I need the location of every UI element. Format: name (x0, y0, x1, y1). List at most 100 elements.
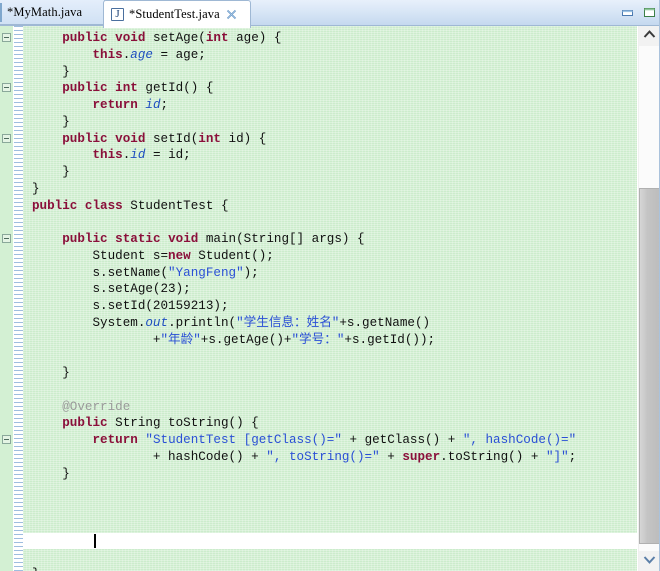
code-line: this.id = id; (23, 147, 637, 164)
scrollbar-track-lower[interactable] (639, 544, 660, 551)
vertical-scrollbar[interactable] (637, 26, 660, 571)
code-token: int (115, 81, 138, 96)
minimize-icon[interactable] (621, 7, 634, 18)
code-token: "YangFeng" (168, 265, 244, 280)
code-token: } (32, 567, 40, 571)
code-token: id (130, 148, 146, 163)
code-surface[interactable]: public void setAge(int age) { this.age =… (23, 26, 637, 571)
code-line: ​ (23, 499, 637, 516)
code-token: @Override (62, 399, 131, 414)
code-token: public (62, 81, 108, 96)
code-line: this.age = age; (23, 47, 637, 64)
code-line: public static void main(String[] args) { (23, 231, 637, 248)
code-token: "年龄" (160, 332, 201, 347)
tab-mymath-java[interactable]: *MyMath.java (0, 0, 105, 25)
code-line: ​ (23, 382, 637, 399)
code-line: } (23, 181, 637, 198)
code-token: } (62, 366, 70, 380)
maximize-icon[interactable] (643, 7, 656, 18)
code-token: setId( (145, 131, 199, 146)
text-caret (94, 533, 96, 548)
code-token: ); (243, 265, 259, 280)
code-token: } (62, 114, 70, 129)
code-line: public class StudentTest { (23, 198, 637, 215)
fold-collapse-icon[interactable] (2, 83, 11, 93)
code-token: out (145, 315, 169, 330)
code-line: ​ (23, 549, 637, 566)
code-line: ​ (23, 516, 637, 533)
code-token: id (145, 98, 161, 112)
code-token: } (32, 181, 40, 196)
code-token: id) { (220, 131, 267, 146)
java-file-icon (111, 7, 124, 21)
code-token: public (62, 31, 108, 45)
source-code-text[interactable]: public void setAge(int age) { this.age =… (23, 26, 637, 571)
code-token: class (84, 198, 123, 213)
code-line: } (23, 566, 637, 571)
code-line: } (23, 114, 637, 131)
code-line: @Override (23, 399, 637, 416)
code-editor[interactable]: public void setAge(int age) { this.age =… (0, 26, 660, 571)
scrollbar-track-upper[interactable] (639, 46, 660, 188)
code-token: main(String[] args) { (198, 232, 365, 246)
code-token: int (205, 31, 229, 45)
code-token: public (62, 416, 108, 431)
code-token: age) { (228, 31, 282, 45)
fold-collapse-icon[interactable] (2, 435, 11, 444)
editor-tab-bar: *MyMath.java *StudentTest.java (0, 0, 660, 28)
code-token: public (62, 131, 108, 146)
folding-gutter[interactable] (0, 26, 14, 571)
code-token: "StudentTest [getClass()=" (145, 433, 342, 447)
code-token: "学号：" (291, 332, 345, 347)
close-icon[interactable] (226, 9, 237, 20)
code-token: } (62, 466, 70, 481)
code-token: setAge( (145, 31, 206, 45)
fold-collapse-icon[interactable] (2, 133, 11, 143)
code-line: public void setAge(int age) { (23, 30, 637, 47)
annotation-ruler[interactable] (14, 26, 23, 571)
code-token: Student s= (92, 248, 169, 263)
code-token: + hashCode() + (152, 449, 267, 464)
code-token: public (62, 232, 108, 246)
fold-collapse-icon[interactable] (2, 234, 11, 243)
tab-studenttest-java[interactable]: *StudentTest.java (103, 0, 251, 28)
chevron-up-icon[interactable] (639, 26, 660, 46)
code-line: s.setId(20159213); (23, 298, 637, 315)
code-token: public (32, 198, 78, 213)
code-token: Student(); (190, 248, 274, 263)
code-token: StudentTest { (122, 198, 229, 213)
code-token: ", toString()=" (266, 449, 380, 464)
code-line: s.setName("YangFeng"); (23, 265, 637, 282)
code-token: +s.getId()); (344, 332, 436, 347)
fold-collapse-icon[interactable] (2, 33, 11, 42)
code-token: = id; (145, 148, 191, 163)
annotation-marks (14, 26, 23, 571)
code-token: ", hashCode()=" (462, 433, 577, 447)
code-token: return (92, 433, 138, 447)
code-token: +s.getAge()+ (200, 332, 292, 347)
code-token: "]" (545, 449, 569, 464)
code-token: int (198, 131, 221, 146)
scrollbar-thumb[interactable] (639, 188, 660, 544)
chevron-down-icon[interactable] (639, 551, 660, 571)
code-line: } (23, 64, 637, 81)
